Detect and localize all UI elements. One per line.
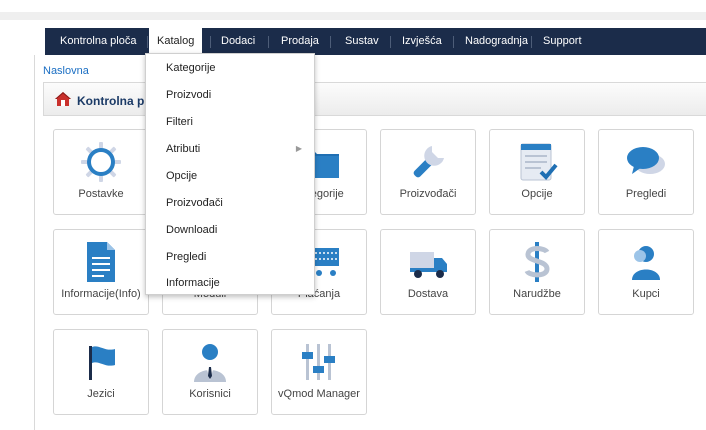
tile-label: Narudžbe bbox=[513, 288, 561, 300]
tile-options[interactable]: Opcije bbox=[489, 129, 585, 215]
tile-label: Korisnici bbox=[189, 388, 231, 400]
tile-customers[interactable]: Kupci bbox=[598, 229, 694, 315]
home-icon bbox=[54, 91, 72, 110]
menu-item-filters[interactable]: Filteri bbox=[166, 116, 193, 128]
tile-label: vQmod Manager bbox=[278, 388, 360, 400]
top-strip bbox=[0, 0, 706, 25]
tile-label: Postavke bbox=[78, 188, 124, 200]
tile-label: Opcije bbox=[521, 188, 553, 200]
document-icon bbox=[54, 240, 148, 284]
wrench-icon bbox=[381, 140, 475, 184]
panel-header: Kontrolna ploča bbox=[43, 82, 706, 116]
nav-separator bbox=[147, 36, 148, 48]
tile-label: Informacije(Info) bbox=[61, 288, 141, 300]
nav-separator bbox=[210, 36, 211, 48]
nav-reports[interactable]: Izvješća bbox=[402, 28, 442, 55]
tile-label: Pregledi bbox=[625, 188, 667, 200]
checklist-icon bbox=[490, 140, 584, 184]
top-strip-line bbox=[0, 12, 706, 20]
tile-settings[interactable]: Postavke bbox=[53, 129, 149, 215]
tile-label: Jezici bbox=[87, 388, 115, 400]
tile-label: Dostava bbox=[407, 288, 449, 300]
tile-users[interactable]: Korisnici bbox=[162, 329, 258, 415]
menu-item-manufacturers[interactable]: Proizvođači bbox=[166, 197, 223, 209]
nav-sales[interactable]: Prodaja bbox=[281, 28, 319, 55]
nav-system[interactable]: Sustav bbox=[345, 28, 379, 55]
nav-separator bbox=[453, 36, 454, 48]
nav-separator bbox=[390, 36, 391, 48]
tile-orders[interactable]: Narudžbe bbox=[489, 229, 585, 315]
tile-label: Kupci bbox=[632, 288, 660, 300]
nav-separator bbox=[268, 36, 269, 48]
menu-item-categories[interactable]: Kategorije bbox=[166, 62, 216, 74]
nav-catalog[interactable]: Katalog bbox=[149, 28, 203, 55]
truck-icon bbox=[381, 240, 475, 284]
tile-label: Proizvođači bbox=[399, 188, 457, 200]
nav-support[interactable]: Support bbox=[543, 28, 582, 55]
nav-extensions[interactable]: Dodaci bbox=[221, 28, 255, 55]
speech-bubble-icon bbox=[599, 140, 693, 184]
submenu-arrow-icon: ▶ bbox=[295, 144, 302, 153]
menu-item-attributes[interactable]: Atributi bbox=[166, 143, 200, 155]
dollar-icon bbox=[490, 240, 584, 284]
main-navbar: Kontrolna ploča Katalog Dodaci Prodaja S… bbox=[45, 28, 706, 55]
menu-item-options[interactable]: Opcije bbox=[166, 170, 197, 182]
tile-manufacturers[interactable]: Proizvođači bbox=[380, 129, 476, 215]
tile-shipping[interactable]: Dostava bbox=[380, 229, 476, 315]
menu-item-information[interactable]: Informacije bbox=[166, 277, 220, 289]
sliders-icon bbox=[272, 340, 366, 384]
tile-reviews[interactable]: Pregledi bbox=[598, 129, 694, 215]
nav-upgrade[interactable]: Nadogradnja bbox=[465, 28, 528, 55]
businessman-icon bbox=[163, 340, 257, 384]
catalog-dropdown-menu: Kategorije Proizvodi Filteri Atributi ▶ … bbox=[145, 53, 315, 295]
tile-information[interactable]: Informacije(Info) bbox=[53, 229, 149, 315]
nav-dashboard[interactable]: Kontrolna ploča bbox=[60, 28, 136, 55]
nav-separator bbox=[330, 36, 331, 48]
tile-languages[interactable]: Jezici bbox=[53, 329, 149, 415]
menu-item-reviews[interactable]: Pregledi bbox=[166, 251, 206, 263]
nav-separator bbox=[531, 36, 532, 48]
menu-item-downloads[interactable]: Downloadi bbox=[166, 224, 217, 236]
tile-vqmod-manager[interactable]: vQmod Manager bbox=[271, 329, 367, 415]
gear-icon bbox=[54, 140, 148, 184]
breadcrumb[interactable]: Naslovna bbox=[43, 65, 89, 77]
user-icon bbox=[599, 240, 693, 284]
flag-icon bbox=[54, 340, 148, 384]
menu-item-products[interactable]: Proizvodi bbox=[166, 89, 211, 101]
